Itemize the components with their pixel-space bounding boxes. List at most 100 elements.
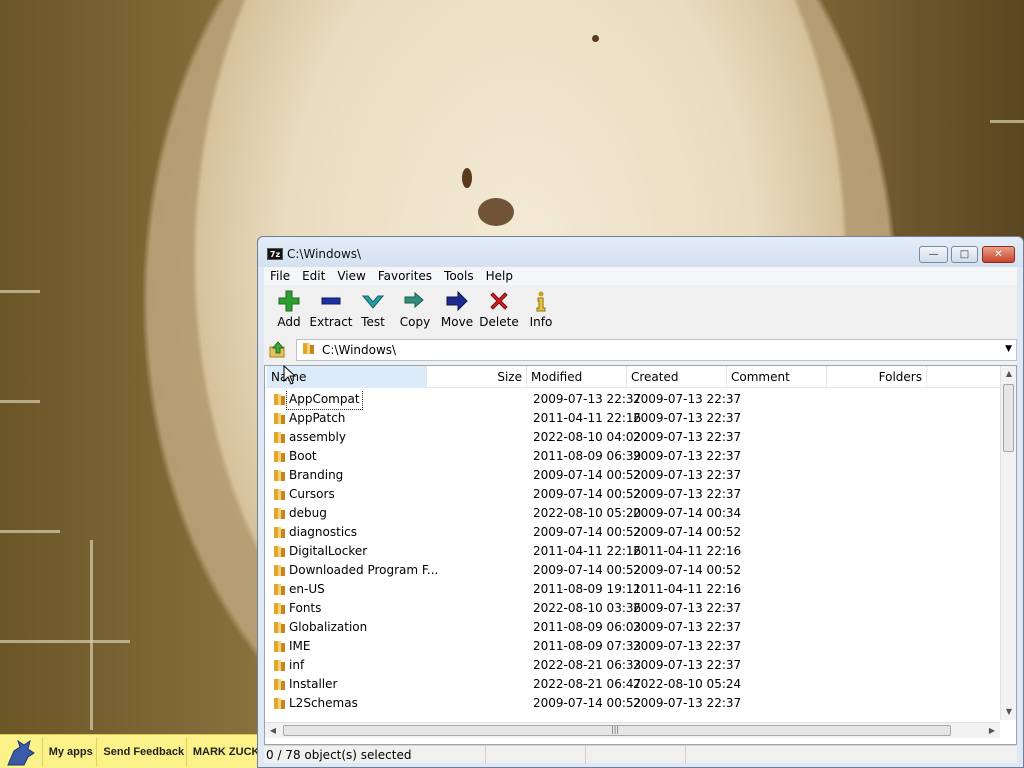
add-button[interactable]: Add bbox=[268, 285, 310, 335]
file-row[interactable]: Boot 2011-08-09 06:39 2009-07-13 22:37 bbox=[265, 447, 1000, 466]
taskbar-send-feedback[interactable]: Send Feedback bbox=[96, 736, 185, 767]
info-button[interactable]: Info bbox=[520, 285, 562, 335]
taskbar-user[interactable]: MARK ZUCK bbox=[185, 736, 262, 767]
file-row[interactable]: Globalization 2011-08-09 06:03 2009-07-13 … bbox=[265, 618, 1000, 637]
file-created: 2009-07-14 00:52 bbox=[633, 563, 742, 577]
file-row[interactable]: Cursors 2009-07-14 00:52 2009-07-13 22:37 bbox=[265, 485, 1000, 504]
tile-grout bbox=[0, 640, 130, 643]
file-modified: 2009-07-14 00:52 bbox=[533, 563, 642, 577]
file-row[interactable]: DigitalLocker 2011-04-11 22:16 2011-04-11 … bbox=[265, 542, 1000, 561]
file-name: Boot bbox=[289, 449, 317, 463]
file-created: 2009-07-13 22:37 bbox=[633, 449, 742, 463]
file-row[interactable]: inf 2022-08-21 06:33 2009-07-13 22:37 bbox=[265, 656, 1000, 675]
vertical-scroll-thumb[interactable] bbox=[1003, 384, 1014, 452]
maximize-button[interactable]: □ bbox=[951, 246, 978, 263]
file-name: en-US bbox=[289, 582, 325, 596]
scroll-left-icon[interactable]: ◀ bbox=[265, 723, 281, 739]
status-cell bbox=[586, 746, 686, 764]
move-label: Move bbox=[440, 315, 474, 329]
file-modified: 2011-08-09 07:33 bbox=[533, 639, 642, 653]
address-bar: C:\Windows\ ▼ bbox=[264, 337, 1017, 363]
scroll-down-icon[interactable]: ▼ bbox=[1001, 704, 1017, 720]
file-row[interactable]: Installer 2022-08-21 06:47 2022-08-10 05:2… bbox=[265, 675, 1000, 694]
file-row[interactable]: debug 2022-08-10 05:20 2009-07-14 00:34 bbox=[265, 504, 1000, 523]
up-folder-button[interactable] bbox=[266, 339, 290, 361]
menu-help[interactable]: Help bbox=[480, 267, 519, 285]
folder-icon bbox=[273, 431, 287, 444]
menu-edit[interactable]: Edit bbox=[296, 267, 331, 285]
file-row[interactable]: en-US 2011-08-09 19:11 2011-04-11 22:16 bbox=[265, 580, 1000, 599]
taskbar: My apps Send Feedback MARK ZUCK bbox=[0, 734, 262, 768]
file-name: Cursors bbox=[289, 487, 335, 501]
tile-grout bbox=[990, 120, 1024, 123]
folder-icon bbox=[273, 393, 287, 406]
mouse-cursor-icon bbox=[283, 365, 297, 385]
delete-label: Delete bbox=[479, 315, 519, 329]
folder-icon bbox=[273, 488, 287, 501]
file-row[interactable]: IME 2011-08-09 07:33 2009-07-13 22:37 bbox=[265, 637, 1000, 656]
file-name: Installer bbox=[289, 677, 338, 691]
folder-icon bbox=[273, 697, 287, 710]
info-label: Info bbox=[529, 315, 553, 329]
taskbar-my-apps[interactable]: My apps bbox=[41, 736, 97, 767]
file-row[interactable]: assembly 2022-08-10 04:02 2009-07-13 22:37 bbox=[265, 428, 1000, 447]
file-created: 2009-07-13 22:37 bbox=[633, 411, 742, 425]
file-modified: 2022-08-10 03:36 bbox=[533, 601, 642, 615]
file-modified: 2011-08-09 19:11 bbox=[533, 582, 642, 596]
menu-file[interactable]: File bbox=[264, 267, 296, 285]
delete-button[interactable]: Delete bbox=[478, 285, 520, 335]
file-row[interactable]: AppCompat 2009-07-13 22:37 2009-07-13 22:3… bbox=[265, 390, 1000, 410]
title-bar[interactable]: 7z C:\Windows\ — □ ✕ bbox=[258, 237, 1023, 267]
folder-icon bbox=[273, 564, 287, 577]
file-row[interactable]: L2Schemas 2009-07-14 00:52 2009-07-13 22:3… bbox=[265, 694, 1000, 713]
menu-view[interactable]: View bbox=[331, 267, 371, 285]
file-created: 2011-04-11 22:16 bbox=[633, 582, 742, 596]
column-comment[interactable]: Comment bbox=[727, 366, 827, 388]
file-created: 2009-07-13 22:37 bbox=[633, 639, 742, 653]
menu-tools[interactable]: Tools bbox=[438, 267, 480, 285]
column-modified[interactable]: Modified bbox=[527, 366, 627, 388]
vertical-scrollbar[interactable]: ▲ ▼ bbox=[1000, 366, 1016, 720]
arrow-right-icon bbox=[445, 289, 469, 313]
status-bar: 0 / 78 object(s) selected bbox=[264, 745, 1017, 764]
file-created: 2009-07-13 22:37 bbox=[633, 601, 742, 615]
test-label: Test bbox=[361, 315, 385, 329]
folder-icon bbox=[273, 640, 287, 653]
file-row[interactable]: Branding 2009-07-14 00:52 2009-07-13 22:37 bbox=[265, 466, 1000, 485]
file-modified: 2009-07-14 00:52 bbox=[533, 696, 642, 710]
file-row[interactable]: AppPatch 2011-04-11 22:16 2009-07-13 22:37 bbox=[265, 409, 1000, 428]
up-arrow-icon bbox=[269, 341, 285, 358]
file-created: 2009-07-13 22:37 bbox=[633, 658, 742, 672]
stain bbox=[592, 35, 599, 42]
file-name: diagnostics bbox=[289, 525, 358, 539]
bird-logo-icon[interactable] bbox=[0, 735, 42, 768]
file-row[interactable]: diagnostics 2009-07-14 00:52 2009-07-14 00… bbox=[265, 523, 1000, 542]
column-size[interactable]: Size bbox=[427, 366, 527, 388]
extract-button[interactable]: Extract bbox=[310, 285, 353, 335]
minimize-button[interactable]: — bbox=[919, 246, 948, 263]
file-name: inf bbox=[289, 658, 305, 672]
test-button[interactable]: Test bbox=[352, 285, 394, 335]
move-button[interactable]: Move bbox=[436, 285, 478, 335]
copy-button[interactable]: Copy bbox=[394, 285, 436, 335]
file-name: assembly bbox=[289, 430, 346, 444]
horizontal-scrollbar[interactable]: ◀ ||| ▶ bbox=[265, 722, 1000, 738]
scroll-up-icon[interactable]: ▲ bbox=[1001, 366, 1017, 382]
folder-icon bbox=[273, 545, 287, 558]
folder-icon bbox=[273, 412, 287, 425]
stain bbox=[478, 198, 514, 226]
column-folders[interactable]: Folders bbox=[827, 366, 927, 388]
close-button[interactable]: ✕ bbox=[982, 246, 1015, 263]
file-row[interactable]: Downloaded Program F... 2009-07-14 00:52 2… bbox=[265, 561, 1000, 580]
folder-icon bbox=[273, 583, 287, 596]
scroll-right-icon[interactable]: ▶ bbox=[984, 723, 1000, 739]
minus-icon bbox=[319, 289, 343, 313]
chevron-down-icon[interactable]: ▼ bbox=[1005, 344, 1012, 354]
file-modified: 2022-08-10 05:20 bbox=[533, 506, 642, 520]
file-row[interactable]: Fonts 2022-08-10 03:36 2009-07-13 22:37 bbox=[265, 599, 1000, 618]
column-created[interactable]: Created bbox=[627, 366, 727, 388]
address-field[interactable]: C:\Windows\ ▼ bbox=[296, 339, 1017, 361]
file-manager-window: 7z C:\Windows\ — □ ✕ File Edit View Favo… bbox=[257, 236, 1024, 768]
file-name: Downloaded Program F... bbox=[289, 563, 439, 577]
menu-favorites[interactable]: Favorites bbox=[372, 267, 438, 285]
